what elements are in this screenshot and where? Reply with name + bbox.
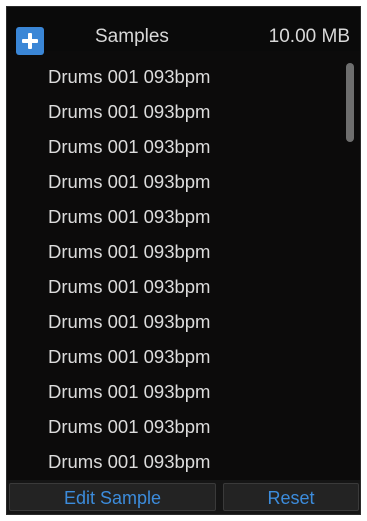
sample-list-item[interactable]: Drums 001 093bpm xyxy=(7,269,360,304)
total-size-label: 10.00 MB xyxy=(268,26,350,47)
sample-list-item[interactable]: Drums 001 093bpm xyxy=(7,199,360,234)
sample-list-item[interactable]: Drums 001 093bpm xyxy=(7,339,360,374)
sample-list-item[interactable]: Drums 001 093bpm xyxy=(7,94,360,129)
sample-list-item[interactable]: Drums 001 093bpm xyxy=(7,304,360,339)
sample-list-item[interactable]: Drums 001 093bpm xyxy=(7,129,360,164)
sample-list-item[interactable]: Drums 001 093bpm xyxy=(7,409,360,444)
panel-title: Samples xyxy=(95,26,169,47)
sample-list-item[interactable]: Drums 001 093bpm xyxy=(7,59,360,94)
panel-header: Samples 10.00 MB xyxy=(7,7,360,55)
reset-button[interactable]: Reset xyxy=(223,483,359,511)
samples-panel: Samples 10.00 MB Drums 001 093bpm Drums 0… xyxy=(6,6,361,515)
edit-sample-button[interactable]: Edit Sample xyxy=(9,483,216,511)
sample-list[interactable]: Drums 001 093bpm Drums 001 093bpm Drums 00… xyxy=(7,59,360,479)
sample-list-item[interactable]: Drums 001 093bpm xyxy=(7,164,360,199)
sample-list-item[interactable]: Drums 001 093bpm xyxy=(7,234,360,269)
sample-list-item[interactable]: Drums 001 093bpm xyxy=(7,444,360,479)
sample-list-item[interactable]: Drums 001 093bpm xyxy=(7,374,360,409)
add-sample-button[interactable] xyxy=(16,27,44,55)
scrollbar-thumb[interactable] xyxy=(346,63,354,142)
panel-footer: Edit Sample Reset xyxy=(7,480,360,514)
